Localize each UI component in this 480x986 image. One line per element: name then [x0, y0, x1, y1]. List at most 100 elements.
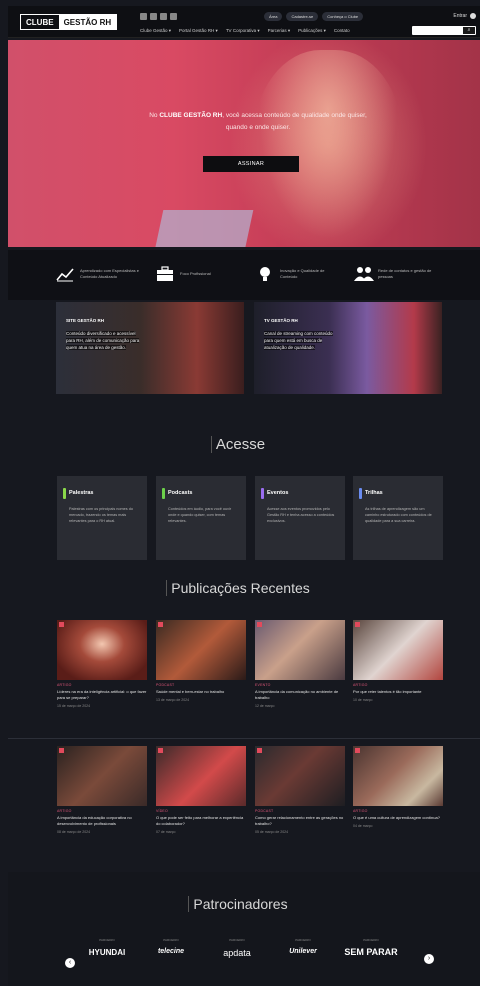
publication-card[interactable]: ARTIGO Por que reter talentos é tão impo… — [353, 620, 443, 702]
site-gestao-card[interactable]: SITE GESTÃO RH Conteúdo diversificado e … — [56, 302, 244, 394]
access-card-eventos[interactable]: Eventos Acesse aos eventos promovidos pe… — [255, 476, 345, 560]
access-title: Acesse — [0, 436, 480, 453]
card-title: TV GESTÃO RH — [264, 318, 298, 323]
bookmark-icon — [355, 748, 360, 753]
bookmark-icon — [355, 622, 360, 627]
access-card-palestras[interactable]: Palestras Palestras com os principais no… — [57, 476, 147, 560]
hero-prefix: No — [149, 112, 160, 119]
hero-person-image — [253, 50, 403, 247]
feature-text: Inovação e Qualidade de Conteúdo — [280, 268, 325, 279]
publication-image — [156, 746, 246, 806]
sponsors-title: Patrocinadores — [0, 896, 480, 912]
feature-text: Rede de contatos e gestão de pessoas — [378, 268, 432, 279]
card-text: Canal de streaming com conteúdo para que… — [264, 331, 333, 350]
subscribe-button[interactable]: ASSINAR — [203, 156, 299, 172]
sponsor-logo[interactable]: PARCEIRO Unilever — [274, 938, 332, 955]
nav-publicacoes[interactable]: Publicações ▾ — [298, 28, 326, 34]
search-icon[interactable]: ⌕ — [463, 27, 475, 34]
publication-category: ARTIGO — [353, 809, 368, 813]
sponsor-name: apdata — [223, 948, 251, 958]
publication-card[interactable]: ARTIGO A importância da educação corpora… — [57, 746, 147, 834]
publication-card[interactable]: PODCAST Como gerar relacionamento entre … — [255, 746, 345, 834]
publication-date: 13 de março de 2024 — [156, 698, 190, 702]
publication-title: A importância da comunicação no ambiente… — [255, 689, 339, 700]
pill-club[interactable]: Conheça o Clube — [322, 12, 364, 21]
publication-card[interactable]: VÍDEO O que pode ser feito para melhorar… — [156, 746, 246, 834]
logo-text-clube: CLUBE — [26, 18, 54, 27]
user-icon — [470, 13, 476, 19]
nav-parcerias[interactable]: Parcerias ▾ — [268, 28, 291, 34]
pill-signup[interactable]: Cadastre-se — [286, 12, 319, 21]
access-card-text: As trilhas de aprendizagem são um caminh… — [365, 507, 432, 523]
publication-title: Por que reter talentos é tão importante — [353, 689, 422, 694]
hero-laptop-image — [152, 210, 254, 247]
feature-text: Foco Profissional — [180, 271, 211, 276]
publication-image — [255, 746, 345, 806]
publication-category: ARTIGO — [57, 809, 72, 813]
bookmark-icon — [257, 622, 262, 627]
feature-item: Inovação e Qualidade de Conteúdo — [256, 266, 340, 282]
nav-portal[interactable]: Portal Gestão RH ▾ — [179, 28, 218, 34]
sponsor-logo[interactable]: PARCEIRO apdata — [208, 938, 266, 958]
publication-card[interactable]: PODCAST Saúde mental e bem-estar no trab… — [156, 620, 246, 702]
access-card-text: Conteúdos em áudio, para você ouvir onde… — [168, 507, 232, 523]
sponsor-name: Unilever — [289, 948, 317, 955]
sponsor-name: SEM PARAR — [344, 947, 398, 957]
hero-text-line1: No CLUBE GESTÃO RH, você acessa conteúdo… — [108, 112, 408, 119]
publication-title: Saúde mental e bem-estar no trabalho — [156, 689, 225, 694]
publication-category: VÍDEO — [156, 809, 168, 813]
search-input[interactable]: ⌕ — [412, 26, 476, 35]
bookmark-icon — [59, 622, 64, 627]
publication-image — [353, 746, 443, 806]
hero-suffix: , você acessa conteúdo de qualidade onde… — [222, 112, 367, 119]
sponsor-label: PARCEIRO — [99, 938, 115, 942]
accent-bar — [162, 488, 165, 499]
instagram-icon[interactable] — [150, 13, 157, 20]
publication-date: 07 de março — [156, 830, 176, 834]
publication-date: 10 de março — [353, 698, 373, 702]
top-pills: Área Cadastre-se Conheça o Clube — [264, 12, 364, 21]
tv-gestao-card[interactable]: TV GESTÃO RH Canal de streaming com cont… — [254, 302, 442, 394]
publication-card[interactable]: EVENTO A importância da comunicação no a… — [255, 620, 345, 708]
linkedin-icon[interactable] — [160, 13, 167, 20]
pill-area[interactable]: Área — [264, 12, 283, 21]
hero-brand: CLUBE GESTÃO RH — [159, 112, 223, 119]
people-icon — [354, 266, 374, 282]
publication-date: 04 de março — [353, 824, 373, 828]
nav-clube[interactable]: Clube Gestão ▾ — [140, 28, 171, 34]
carousel-prev-button[interactable]: ‹ — [65, 958, 75, 968]
access-card-trilhas[interactable]: Trilhas As trilhas de aprendizagem são u… — [353, 476, 443, 560]
youtube-icon[interactable] — [170, 13, 177, 20]
facebook-icon[interactable] — [140, 13, 147, 20]
sponsor-name: telecine — [157, 948, 185, 955]
chart-line-icon — [56, 266, 74, 282]
social-links — [140, 13, 177, 20]
top-bar: CLUBE GESTÃO RH Área Cadastre-se Conheça… — [8, 6, 480, 38]
sponsor-label: PARCEIRO — [229, 938, 245, 942]
access-card-podcasts[interactable]: Podcasts Conteúdos em áudio, para você o… — [156, 476, 246, 560]
feature-item: Rede de contatos e gestão de pessoas — [354, 266, 438, 282]
lightbulb-icon — [256, 266, 274, 282]
sponsor-logo[interactable]: PARCEIRO SEM PARAR — [342, 938, 400, 957]
publication-title: O que é uma cultura de aprendizagem cont… — [353, 815, 440, 820]
login-label: Entrar — [453, 13, 467, 19]
sponsor-logo[interactable]: PARCEIRO telecine — [142, 938, 200, 955]
nav-contato[interactable]: Contato — [334, 28, 350, 34]
sponsor-logo[interactable]: PARCEIRO HYUNDAI — [78, 938, 136, 957]
publication-category: ARTIGO — [57, 683, 72, 687]
site-logo[interactable]: CLUBE GESTÃO RH — [20, 14, 118, 30]
publication-card[interactable]: ARTIGO O que é uma cultura de aprendizag… — [353, 746, 443, 828]
sponsor-label: PARCEIRO — [295, 938, 311, 942]
publications-title: Publicações Recentes — [0, 580, 480, 596]
publication-image — [57, 620, 147, 680]
login-link[interactable]: Entrar — [453, 13, 476, 19]
nav-tv[interactable]: TV Corporativa ▾ — [226, 28, 260, 34]
page: CLUBE GESTÃO RH Área Cadastre-se Conheça… — [0, 0, 480, 986]
access-card-text: Acesse aos eventos promovidos pelo Gestã… — [267, 507, 335, 523]
access-card-title: Trilhas — [365, 490, 383, 496]
access-card-text: Palestras com os principais nomes do mer… — [69, 507, 133, 523]
carousel-next-button[interactable]: › — [424, 954, 434, 964]
feature-item: Foco Profissional — [156, 266, 240, 282]
publication-card[interactable]: ARTIGO Líderes na era da inteligência ar… — [57, 620, 147, 708]
publication-date: 05 de março de 2024 — [255, 830, 289, 834]
